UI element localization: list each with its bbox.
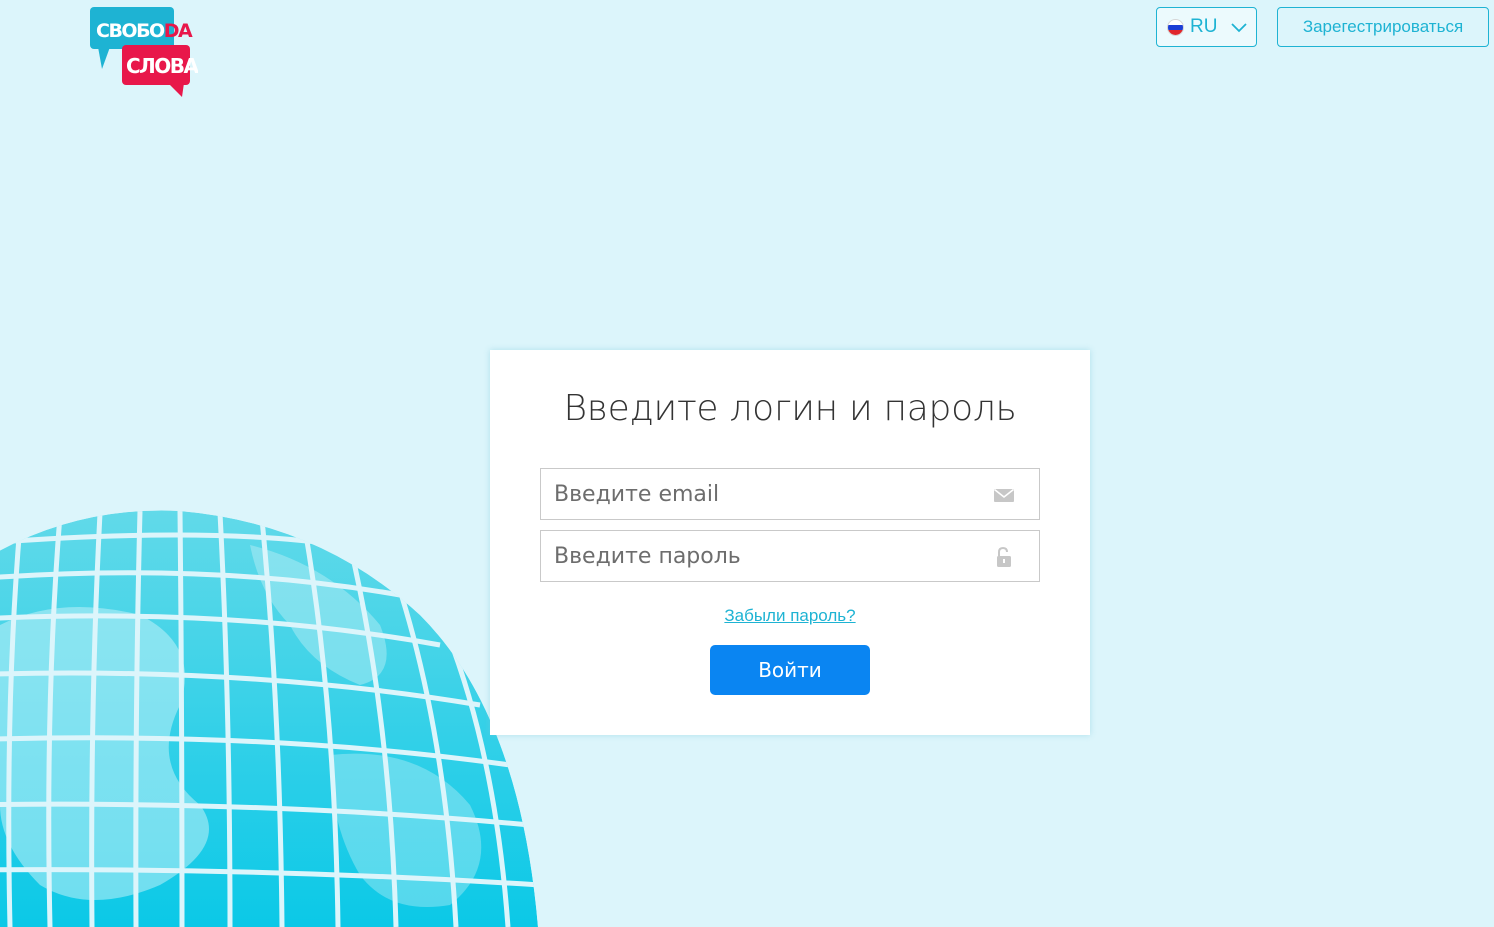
password-field-container (540, 530, 1040, 582)
register-button[interactable]: Зарегестрироваться (1277, 7, 1489, 47)
logo-line2: СЛОВА (126, 54, 198, 78)
login-title: Введите логин и пароль (563, 388, 1017, 429)
password-input[interactable] (541, 531, 981, 581)
language-selector[interactable]: RU (1156, 7, 1257, 47)
chevron-down-icon (1231, 23, 1248, 33)
envelope-icon (994, 488, 1014, 502)
logo-line1: СВОБОDA (96, 20, 193, 42)
logo-speech-bubbles-icon: СВОБОDA СЛОВА (90, 7, 198, 97)
globe-illustration-icon (0, 510, 538, 927)
lock-icon (997, 546, 1011, 567)
russia-flag-icon (1167, 18, 1184, 36)
login-card: Введите логин и пароль Забыли пароль? Во… (490, 350, 1090, 735)
forgot-password-link[interactable]: Забыли пароль? (490, 606, 1090, 626)
site-logo[interactable]: СВОБОDA СЛОВА (88, 7, 198, 99)
language-code: RU (1190, 16, 1218, 37)
email-input[interactable] (541, 469, 981, 519)
email-field-container (540, 468, 1040, 520)
login-button[interactable]: Войти (710, 645, 870, 695)
